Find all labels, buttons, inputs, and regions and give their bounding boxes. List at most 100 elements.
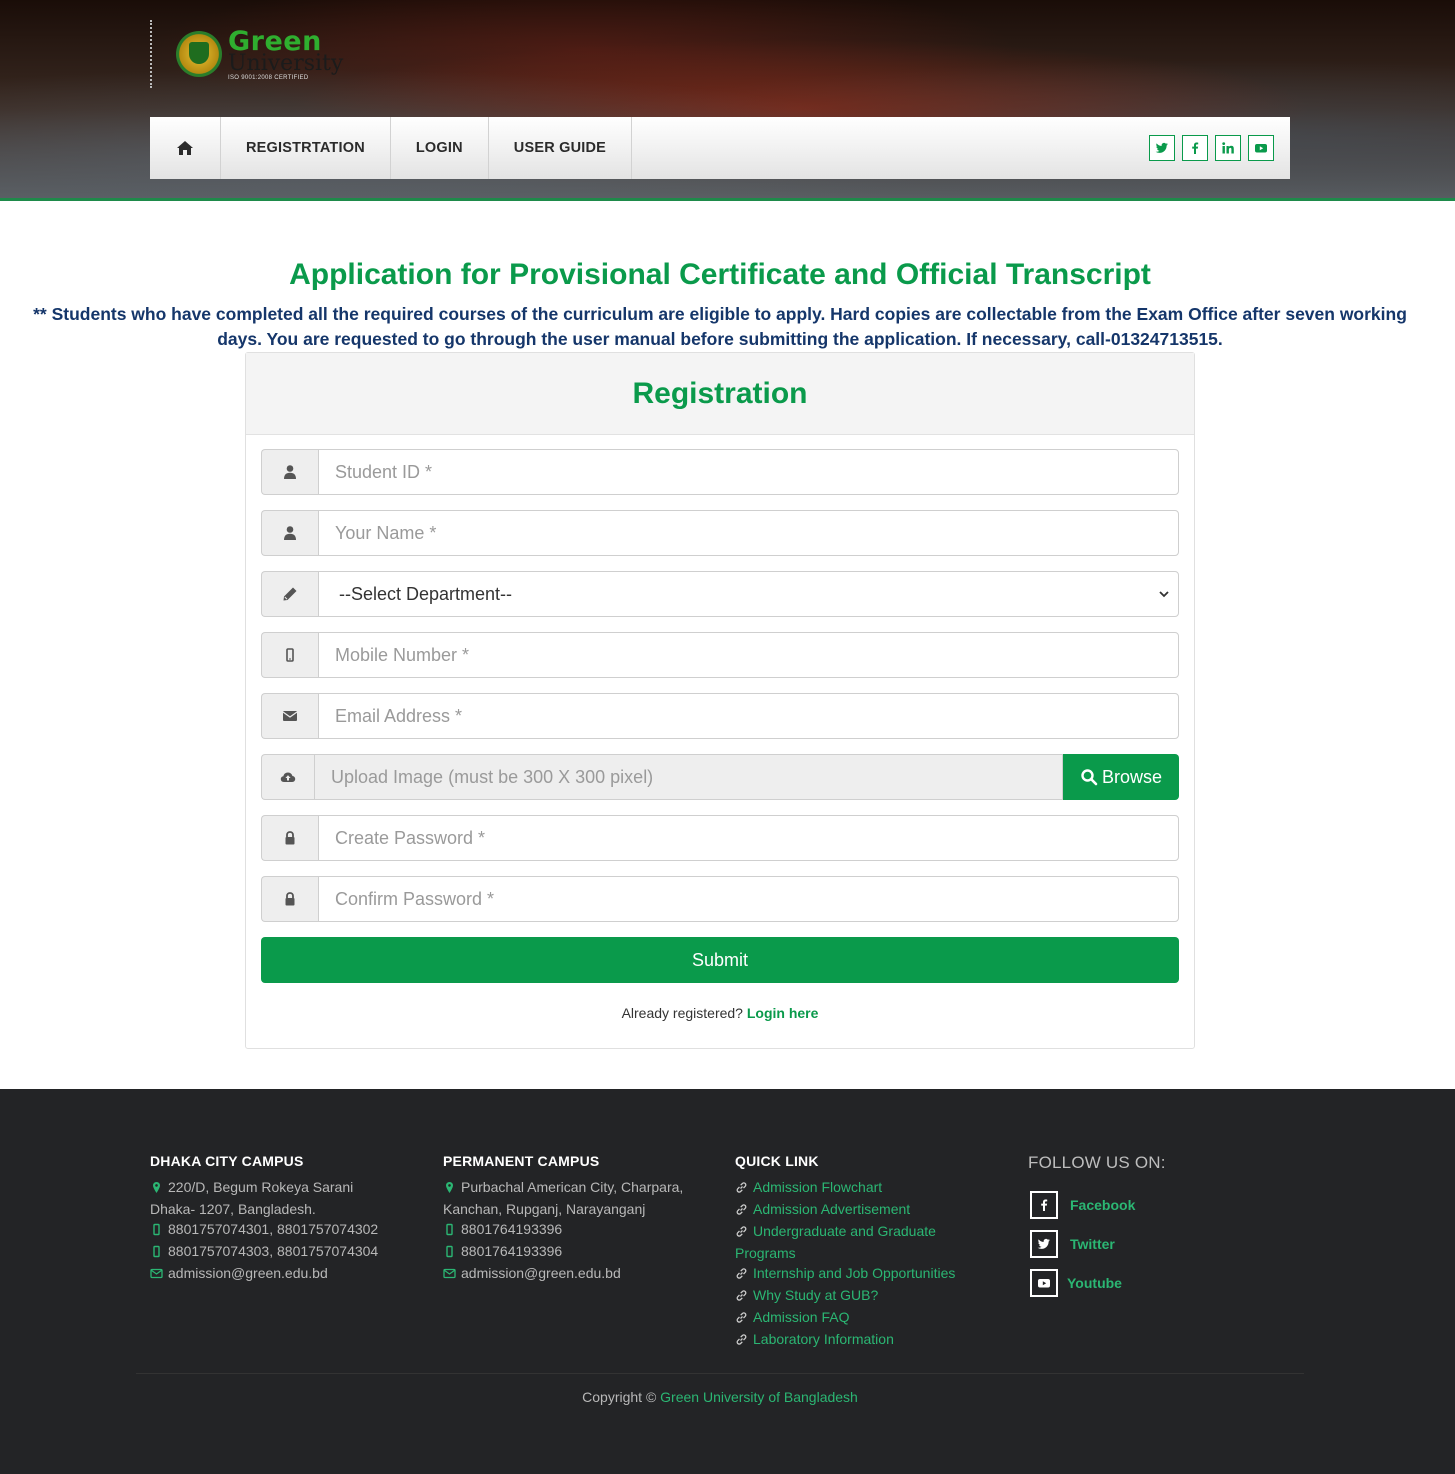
chevron-down-icon <box>1159 591 1169 598</box>
mobile-phone-icon <box>286 648 294 662</box>
link-icon <box>735 1223 749 1243</box>
quick-link-item[interactable]: Why Study at GUB? <box>735 1285 985 1307</box>
envelope-icon <box>443 1265 457 1285</box>
university-seal-icon <box>176 31 222 77</box>
quick-link-heading: QUICK LINK <box>735 1153 819 1169</box>
nav-registration[interactable]: REGISTRTATION <box>221 117 391 179</box>
follow-us-heading: FOLLOW US ON: <box>1028 1153 1166 1172</box>
department-selected-value: --Select Department-- <box>339 583 513 604</box>
permanent-address-line2: Kanchan, Rupganj, Narayanganj <box>443 1201 646 1217</box>
quick-link-item[interactable]: Admission Advertisement <box>735 1199 985 1221</box>
login-here-link[interactable]: Login here <box>747 1005 819 1021</box>
envelope-icon <box>150 1265 164 1285</box>
footer-divider <box>136 1373 1304 1374</box>
already-registered-line: Already registered? Login here <box>246 1005 1194 1021</box>
copyright: Copyright © Green University of Banglade… <box>0 1389 1440 1405</box>
logo[interactable]: Green University ISO 9001:2008 CERTIFIED <box>150 20 343 88</box>
nav-home[interactable] <box>150 117 221 179</box>
eligibility-notice: ** Students who have completed all the r… <box>33 304 1407 349</box>
site-header: Green University ISO 9001:2008 CERTIFIED… <box>0 0 1455 201</box>
name-group: Your Name * <box>261 510 1179 556</box>
footer-facebook-link[interactable]: Facebook <box>1028 1185 1288 1224</box>
twitter-icon <box>1030 1229 1058 1258</box>
quick-link-label: Admission Flowchart <box>753 1179 883 1195</box>
email-input[interactable]: Email Address * <box>318 693 1179 739</box>
mobile-input[interactable]: Mobile Number * <box>318 632 1179 678</box>
main-navbar: REGISTRTATION LOGIN USER GUIDE <box>150 117 1290 179</box>
registration-panel: Registration Student ID * Your Name * --… <box>245 352 1195 1049</box>
dhaka-phone-1: 8801757074301, 8801757074302 <box>168 1221 379 1237</box>
browse-label: Browse <box>1101 766 1163 787</box>
mobile-phone-icon <box>150 1243 164 1263</box>
quick-link-label: Undergraduate and Graduate <box>753 1223 936 1239</box>
dhaka-campus-heading: DHAKA CITY CAMPUS <box>150 1153 304 1169</box>
cloud-upload-icon <box>280 772 296 782</box>
linkedin-icon <box>1222 142 1234 154</box>
permanent-address-line1: Purbachal American City, Charpara, <box>461 1179 684 1195</box>
password-input[interactable]: Create Password * <box>318 815 1179 861</box>
mobile-group: Mobile Number * <box>261 632 1179 678</box>
footer-youtube-link[interactable]: Youtube <box>1028 1263 1288 1302</box>
footer-permanent-campus: PERMANENT CAMPUS Purbachal American City… <box>443 1153 713 1285</box>
map-marker-icon <box>443 1179 457 1199</box>
youtube-icon <box>1255 144 1267 153</box>
password-group: Create Password * <box>261 815 1179 861</box>
dhaka-address-line1: 220/D, Begum Rokeya Sarani <box>168 1179 354 1195</box>
pencil-icon <box>283 587 297 601</box>
mobile-phone-icon <box>443 1243 457 1263</box>
quick-link-item[interactable]: Admission FAQ <box>735 1307 985 1329</box>
facebook-label: Facebook <box>1070 1196 1136 1213</box>
department-select[interactable]: --Select Department-- <box>318 571 1179 617</box>
twitter-label: Twitter <box>1070 1235 1115 1252</box>
name-input[interactable]: Your Name * <box>318 510 1179 556</box>
quick-link-item[interactable]: Laboratory Information <box>735 1329 985 1351</box>
copyright-prefix: Copyright © <box>582 1389 657 1405</box>
student-id-group: Student ID * <box>261 449 1179 495</box>
link-icon <box>735 1287 749 1307</box>
page-title: Application for Provisional Certificate … <box>289 258 1151 291</box>
youtube-icon <box>1030 1268 1058 1297</box>
twitter-icon <box>1155 142 1168 153</box>
user-icon <box>284 526 296 540</box>
nav-login[interactable]: LOGIN <box>391 117 489 179</box>
quick-link-label: Why Study at GUB? <box>753 1287 879 1303</box>
department-group: --Select Department-- <box>261 571 1179 617</box>
quick-link-label: Admission FAQ <box>753 1309 850 1325</box>
quick-link-item-continued[interactable]: Programs <box>735 1243 985 1263</box>
quick-link-item[interactable]: Admission Flowchart <box>735 1177 985 1199</box>
quick-link-label: Admission Advertisement <box>753 1201 911 1217</box>
upload-group: Upload Image (must be 300 X 300 pixel) B… <box>261 754 1179 800</box>
student-id-input[interactable]: Student ID * <box>318 449 1179 495</box>
header-facebook-button[interactable] <box>1182 135 1208 161</box>
header-social-links <box>1149 135 1274 161</box>
permanent-phone-1: 8801764193396 <box>461 1221 563 1237</box>
footer-twitter-link[interactable]: Twitter <box>1028 1224 1288 1263</box>
header-youtube-button[interactable] <box>1248 135 1274 161</box>
quick-link-item[interactable]: Internship and Job Opportunities <box>735 1263 985 1285</box>
confirm-password-input[interactable]: Confirm Password * <box>318 876 1179 922</box>
dhaka-email[interactable]: admission@green.edu.bd <box>168 1265 328 1281</box>
quick-link-item[interactable]: Undergraduate and Graduate <box>735 1221 985 1243</box>
nav-user-guide[interactable]: USER GUIDE <box>489 117 633 179</box>
facebook-icon <box>1192 142 1199 154</box>
submit-button[interactable]: Submit <box>261 937 1179 983</box>
header-linkedin-button[interactable] <box>1215 135 1241 161</box>
permanent-phone-2: 8801764193396 <box>461 1243 563 1259</box>
link-icon <box>735 1331 749 1351</box>
footer-follow-us: FOLLOW US ON: Facebook Twitter Youtube <box>1028 1153 1288 1302</box>
header-twitter-button[interactable] <box>1149 135 1175 161</box>
browse-button[interactable]: Browse <box>1063 754 1179 800</box>
dhaka-address-line2: Dhaka- 1207, Bangladesh. <box>150 1201 316 1217</box>
upload-image-input[interactable]: Upload Image (must be 300 X 300 pixel) <box>314 754 1063 800</box>
permanent-email[interactable]: admission@green.edu.bd <box>461 1265 621 1281</box>
link-icon <box>735 1265 749 1285</box>
copyright-link[interactable]: Green University of Bangladesh <box>660 1389 858 1405</box>
home-icon <box>177 141 193 155</box>
link-icon <box>735 1309 749 1329</box>
logo-line2: University <box>228 50 344 76</box>
mobile-phone-icon <box>443 1221 457 1241</box>
lock-icon <box>285 831 295 845</box>
quick-link-label: Internship and Job Opportunities <box>753 1265 956 1281</box>
footer-quick-links: QUICK LINK Admission Flowchart Admission… <box>735 1153 985 1351</box>
facebook-icon <box>1030 1190 1058 1219</box>
